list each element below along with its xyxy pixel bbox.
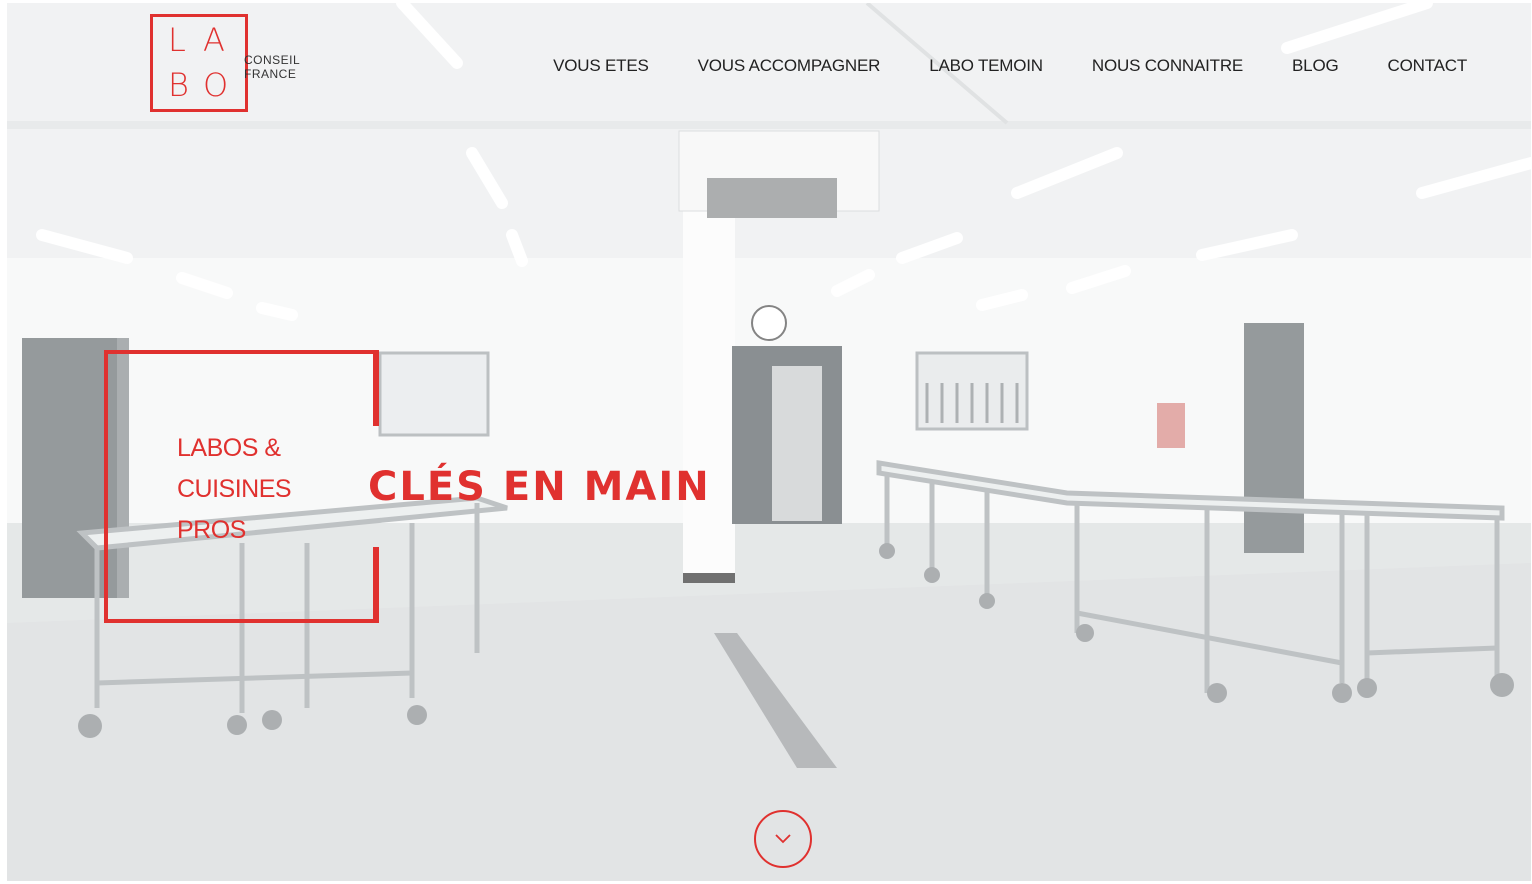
- hero-section: L A B O CONSEIL FRANCE VOUS ETES VOUS AC…: [7, 3, 1531, 881]
- nav-item-blog[interactable]: BLOG: [1292, 56, 1339, 76]
- logo-frame: [150, 14, 248, 112]
- logo-letter-l: L: [168, 21, 186, 59]
- hero-subtitle-line: LABOS &: [177, 434, 281, 462]
- hero-title: CLÉS EN MAIN: [368, 464, 711, 510]
- chevron-down-icon: [775, 834, 791, 844]
- nav-item-labo-temoin[interactable]: LABO TEMOIN: [929, 56, 1043, 76]
- nav-item-vous-accompagner[interactable]: VOUS ACCOMPAGNER: [698, 56, 881, 76]
- logo-letter-b: B: [168, 66, 189, 104]
- hero-subtitle-line: PROS: [177, 516, 246, 544]
- nav-item-nous-connaitre[interactable]: NOUS CONNAITRE: [1092, 56, 1243, 76]
- hero-subtitle-line: CUISINES: [177, 475, 292, 503]
- logo-letter-o: O: [203, 66, 229, 104]
- nav-item-contact[interactable]: CONTACT: [1388, 56, 1468, 76]
- main-nav: VOUS ETES VOUS ACCOMPAGNER LABO TEMOIN N…: [553, 56, 1467, 76]
- logo-subtitle-line2: FRANCE: [244, 67, 297, 81]
- scroll-down-button[interactable]: [754, 810, 812, 868]
- logo-subtitle-line1: CONSEIL: [244, 53, 301, 67]
- hero-frame-bracket-bottom: [373, 547, 379, 623]
- hero-frame-bracket-top: [373, 350, 379, 426]
- logo-letter-a: A: [203, 21, 225, 59]
- logo[interactable]: L A B O CONSEIL FRANCE: [150, 14, 310, 118]
- hero-subtitle: LABOS & CUISINES PROS: [177, 428, 377, 551]
- nav-item-vous-etes[interactable]: VOUS ETES: [553, 56, 649, 76]
